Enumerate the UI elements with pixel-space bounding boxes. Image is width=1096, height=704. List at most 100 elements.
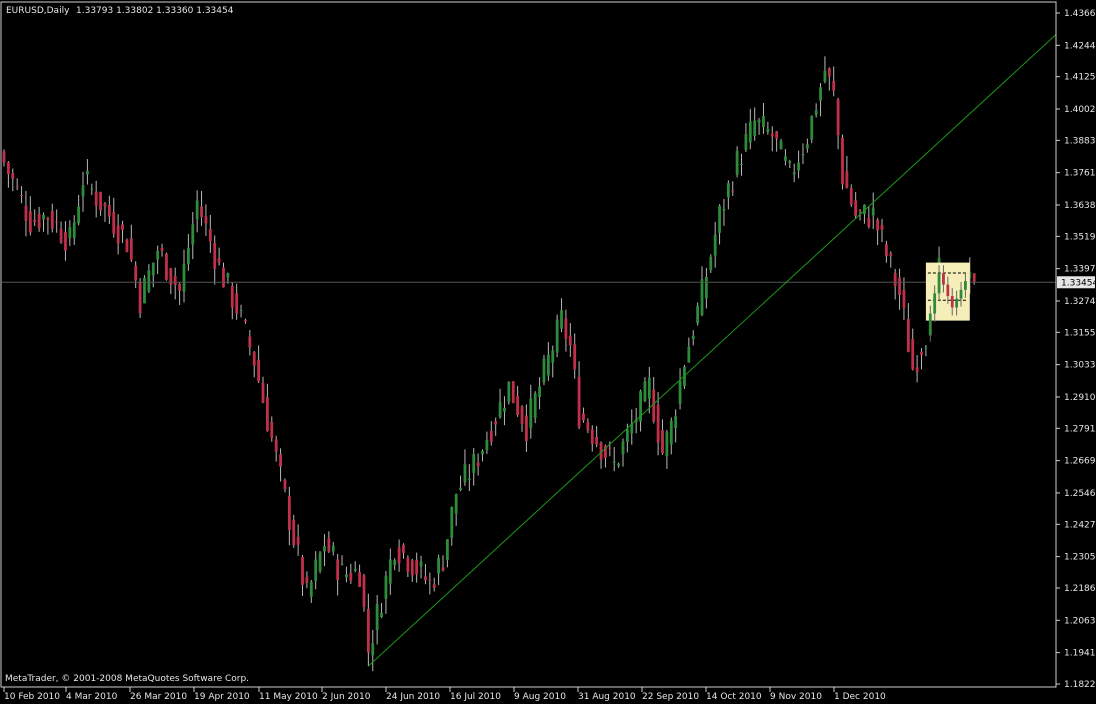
candle-body — [489, 430, 493, 442]
y-tick-label: 1.38835 — [1064, 136, 1096, 146]
y-tick-label: 1.26690 — [1064, 457, 1096, 467]
candle-body — [204, 216, 208, 224]
candle-body — [854, 200, 858, 216]
candle-body — [107, 205, 111, 217]
candle-body — [384, 575, 388, 599]
candle-body — [722, 209, 726, 211]
candle-body — [301, 557, 304, 585]
x-tick-label: 22 Sep 2010 — [642, 692, 699, 702]
candle-body — [678, 380, 682, 404]
candle-body — [472, 454, 476, 474]
candle — [555, 314, 559, 358]
candle-body — [173, 276, 177, 286]
candle-body — [884, 244, 888, 256]
candle-body — [217, 258, 221, 263]
candle-body — [305, 576, 309, 583]
candle-body — [827, 68, 831, 77]
candle-body — [6, 162, 10, 174]
candle-body — [942, 273, 945, 285]
candle-body — [656, 404, 660, 443]
candle-body — [358, 571, 361, 587]
x-tick-label: 9 Nov 2010 — [770, 692, 822, 702]
candle-body — [362, 575, 366, 607]
candle-body — [898, 277, 901, 295]
candle-body — [336, 559, 340, 581]
candle-body — [718, 205, 721, 233]
candle-body — [560, 310, 563, 329]
candle-body — [669, 420, 673, 445]
y-tick-label: 1.21860 — [1064, 584, 1096, 594]
candle-body — [577, 376, 581, 428]
candle-body — [331, 545, 335, 552]
candle-body — [520, 406, 524, 425]
candle-body — [419, 561, 423, 567]
candle-body — [226, 273, 230, 278]
y-tick-label: 1.41250 — [1064, 73, 1096, 83]
candle-body — [612, 461, 616, 463]
candle-body — [345, 574, 348, 578]
y-tick-label: 1.27915 — [1064, 424, 1096, 434]
candle-body — [292, 519, 296, 546]
x-tick-label: 26 Mar 2010 — [130, 692, 187, 702]
candle-body — [525, 415, 528, 441]
candle-body — [906, 318, 910, 352]
candle-body — [151, 262, 155, 276]
candle-body — [375, 604, 379, 631]
candle-body — [533, 393, 537, 419]
candle-body — [586, 422, 590, 431]
candle-body — [542, 358, 546, 383]
x-tick-label: 1 Dec 2010 — [834, 692, 886, 702]
candle-body — [511, 381, 515, 403]
candle-body — [740, 163, 743, 165]
candle-body — [810, 115, 814, 140]
candle-body — [208, 228, 212, 242]
candle — [362, 573, 366, 612]
candle-body — [99, 191, 102, 211]
candle-body — [406, 557, 410, 572]
candle-body — [766, 128, 770, 133]
candle-body — [42, 214, 45, 220]
candle-body — [841, 137, 844, 185]
candle-body — [590, 429, 594, 444]
candle-body — [735, 150, 739, 175]
candle-body — [143, 277, 146, 304]
candle-body — [770, 133, 774, 137]
candle-body — [121, 224, 124, 230]
candle-body — [762, 115, 765, 128]
candle — [125, 238, 129, 253]
candle-body — [485, 439, 489, 451]
candle-body — [15, 186, 19, 188]
candle-body — [880, 224, 884, 230]
y-tick-label: 1.40025 — [1064, 105, 1096, 115]
candle-body — [696, 305, 700, 324]
candle-body — [134, 265, 138, 281]
candle-body — [244, 319, 247, 322]
candle-body — [213, 242, 217, 269]
candle-body — [59, 228, 63, 243]
candle-body — [309, 581, 313, 597]
current-price-label: 1.33454 — [1061, 278, 1096, 288]
candle-body — [327, 538, 331, 552]
y-tick-label: 1.31555 — [1064, 328, 1096, 338]
candle — [810, 115, 814, 144]
candle-body — [274, 439, 278, 452]
candle-body — [713, 234, 717, 256]
candle-body — [445, 539, 449, 561]
x-tick-label: 14 Oct 2010 — [706, 692, 762, 702]
price-chart[interactable]: 1.43665 1.42440 1.41250 1.40025 1.38835 1.376… — [0, 0, 1096, 704]
candle-body — [538, 386, 541, 397]
candle-body — [90, 188, 94, 190]
candle-body — [709, 256, 713, 271]
candle-body — [784, 156, 787, 161]
candle-body — [112, 212, 116, 234]
candle-body — [665, 431, 669, 457]
candle-body — [481, 450, 484, 455]
candle — [318, 551, 322, 574]
candle — [138, 278, 142, 318]
candle-body — [924, 347, 928, 349]
candle-body — [959, 289, 963, 299]
candle-body — [410, 560, 414, 576]
candle-body — [182, 264, 186, 292]
candle-body — [494, 421, 498, 425]
candle-body — [476, 462, 480, 467]
